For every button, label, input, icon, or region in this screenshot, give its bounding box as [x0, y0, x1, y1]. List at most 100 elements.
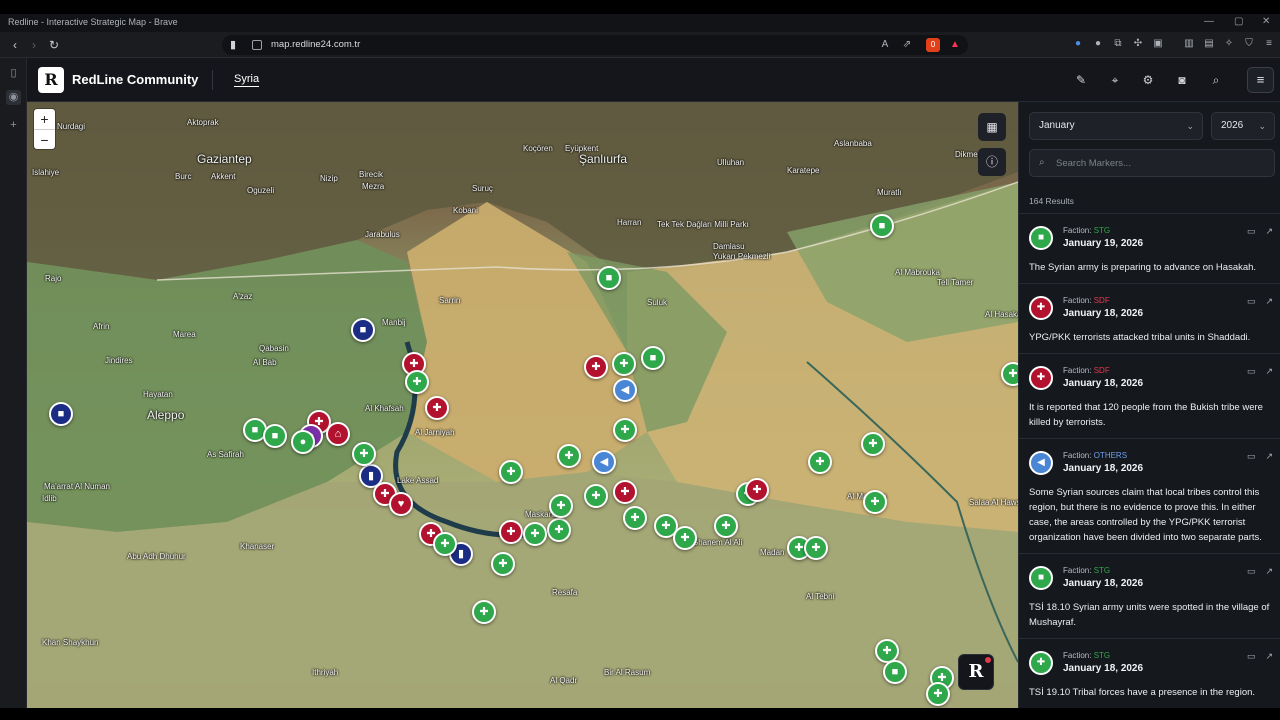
strategic-map[interactable]: + − ▦ ⓘ Nurdagi Aktoprak Gaziantep Burc …: [27, 102, 1018, 708]
map-marker-stg[interactable]: ✚: [405, 370, 429, 394]
map-marker-navy[interactable]: ■: [351, 318, 375, 342]
redline-logo[interactable]: R: [38, 67, 64, 93]
map-marker-stg[interactable]: ■: [870, 214, 894, 238]
zoom-out-button[interactable]: −: [34, 129, 55, 149]
shield-icon[interactable]: ⛉: [1242, 37, 1256, 51]
brave-rewards-icon[interactable]: ▲: [948, 38, 962, 52]
sidebar-toggle-icon[interactable]: ▥: [1182, 37, 1196, 51]
extension-icon[interactable]: ⧉: [1111, 37, 1125, 51]
map-layers-icon[interactable]: ▦: [978, 113, 1006, 141]
settings-icon[interactable]: ⚙: [1139, 71, 1157, 89]
map-marker-stg[interactable]: ✚: [491, 552, 515, 576]
zoom-in-button[interactable]: +: [34, 109, 55, 129]
map-marker-stg[interactable]: ✚: [623, 506, 647, 530]
translate-icon[interactable]: A: [878, 38, 892, 52]
external-link-icon[interactable]: ↗: [1265, 226, 1273, 236]
brave-shield-icon[interactable]: 0: [926, 38, 940, 52]
browser-menu-icon[interactable]: ≡: [1262, 37, 1276, 51]
search-icon[interactable]: ⌕: [1207, 71, 1225, 89]
back-icon[interactable]: ‹: [7, 37, 23, 53]
map-marker-stg[interactable]: ✚: [926, 682, 950, 706]
share-icon[interactable]: ⇗: [900, 38, 914, 52]
map-marker-sdf[interactable]: ✚: [745, 478, 769, 502]
map-marker-stg[interactable]: ✚: [808, 450, 832, 474]
map-marker-sdf[interactable]: ✚: [613, 480, 637, 504]
map-marker-stg[interactable]: ✚: [612, 352, 636, 376]
external-link-icon[interactable]: ↗: [1265, 366, 1273, 376]
map-marker-stg[interactable]: ✚: [673, 526, 697, 550]
map-marker-stg[interactable]: ✚: [863, 490, 887, 514]
map-marker-stg[interactable]: ✚: [472, 600, 496, 624]
map-marker-sdf[interactable]: ✚: [425, 396, 449, 420]
video-icon[interactable]: ▭: [1247, 451, 1256, 461]
map-marker-stg[interactable]: ■: [263, 424, 287, 448]
map-marker-stg[interactable]: ●: [291, 430, 315, 454]
map-marker-sdf[interactable]: ✚: [584, 355, 608, 379]
address-bar[interactable]: ▮ map.redline24.com.tr A ⇗ 0 ▲: [222, 35, 968, 55]
map-marker-stg[interactable]: ✚: [1001, 362, 1018, 386]
close-icon[interactable]: ✕: [1262, 16, 1270, 27]
video-icon[interactable]: ▭: [1247, 651, 1256, 661]
event-card[interactable]: ◀ Faction: OTHERS January 18, 2026 ▭ ↗ So…: [1019, 439, 1280, 554]
map-marker-sdf[interactable]: ✚: [499, 520, 523, 544]
event-card[interactable]: ■ Faction: STG January 19, 2026 ▭ ↗ The S…: [1019, 214, 1280, 284]
video-icon[interactable]: ▭: [1247, 366, 1256, 376]
map-marker-stg[interactable]: ✚: [613, 418, 637, 442]
camera-icon[interactable]: ◙: [1173, 71, 1191, 89]
draw-icon[interactable]: ✎: [1072, 71, 1090, 89]
screenshot-icon[interactable]: ▣: [1151, 37, 1165, 51]
reload-icon[interactable]: ↻: [46, 37, 62, 53]
extension-dot-icon[interactable]: ●: [1091, 37, 1105, 51]
event-card[interactable]: ✚ Faction: SDF January 18, 2026 ▭ ↗ It is…: [1019, 354, 1280, 439]
map-marker-stg[interactable]: ✚: [523, 522, 547, 546]
forward-icon[interactable]: ›: [26, 37, 42, 53]
external-link-icon[interactable]: ↗: [1265, 451, 1273, 461]
tab-syria[interactable]: Syria: [234, 73, 260, 87]
video-icon[interactable]: ▭: [1247, 226, 1256, 236]
external-link-icon[interactable]: ↗: [1265, 296, 1273, 306]
maximize-icon[interactable]: ▢: [1234, 16, 1243, 27]
map-marker-stg[interactable]: ✚: [499, 460, 523, 484]
sidebar-panel-icon[interactable]: ▯: [6, 66, 21, 81]
event-card[interactable]: ✚ Faction: SDF January 18, 2026 ▭ ↗ YPG/P…: [1019, 284, 1280, 354]
map-marker-stg[interactable]: ✚: [584, 484, 608, 508]
sidebar-app-icon[interactable]: ◉: [6, 90, 21, 105]
event-card[interactable]: ✚ Faction: STG January 18, 2026 ▭ ↗ TSİ 1…: [1019, 639, 1280, 708]
vpn-icon[interactable]: ●: [1071, 37, 1085, 51]
map-marker-sdf[interactable]: ♥: [389, 492, 413, 516]
map-marker-stg[interactable]: ✚: [714, 514, 738, 538]
search-markers-input[interactable]: [1056, 155, 1266, 171]
map-marker-sdf[interactable]: ⌂: [326, 422, 350, 446]
map-marker-stg[interactable]: ■: [597, 266, 621, 290]
add-icon[interactable]: +: [6, 118, 21, 133]
video-icon[interactable]: ▭: [1247, 566, 1256, 576]
external-link-icon[interactable]: ↗: [1265, 651, 1273, 661]
map-marker-stg[interactable]: ✚: [549, 494, 573, 518]
map-marker-stg[interactable]: ✚: [433, 532, 457, 556]
map-marker-stg[interactable]: ■: [883, 660, 907, 684]
event-card[interactable]: ■ Faction: STG January 18, 2026 ▭ ↗ TSİ 1…: [1019, 554, 1280, 639]
map-marker-stg[interactable]: ■: [641, 346, 665, 370]
hamburger-menu-icon[interactable]: ≡: [1247, 67, 1274, 93]
map-marker-navy[interactable]: ■: [49, 402, 73, 426]
map-marker-others[interactable]: ◀: [613, 378, 637, 402]
map-marker-others[interactable]: ◀: [592, 450, 616, 474]
map-info-icon[interactable]: ⓘ: [978, 148, 1006, 176]
map-marker-stg[interactable]: ✚: [352, 442, 376, 466]
location-pin-icon[interactable]: ⌖: [1106, 71, 1124, 89]
month-select[interactable]: January ⌄: [1029, 112, 1203, 140]
leo-icon[interactable]: ✧: [1222, 37, 1236, 51]
external-link-icon[interactable]: ↗: [1265, 566, 1273, 576]
puzzle-icon[interactable]: ✣: [1131, 37, 1145, 51]
map-marker-stg[interactable]: ✚: [804, 536, 828, 560]
video-icon[interactable]: ▭: [1247, 296, 1256, 306]
map-marker-stg[interactable]: ✚: [547, 518, 571, 542]
bookmark-icon[interactable]: ▮: [230, 38, 236, 51]
site-info-icon[interactable]: [252, 40, 262, 50]
year-select[interactable]: 2026 ⌄: [1211, 112, 1275, 140]
map-marker-stg[interactable]: ✚: [861, 432, 885, 456]
map-marker-stg[interactable]: ✚: [557, 444, 581, 468]
wallet-icon[interactable]: ▤: [1202, 37, 1216, 51]
minimize-icon[interactable]: —: [1204, 16, 1214, 27]
redline-badge-icon[interactable]: R: [958, 654, 994, 690]
